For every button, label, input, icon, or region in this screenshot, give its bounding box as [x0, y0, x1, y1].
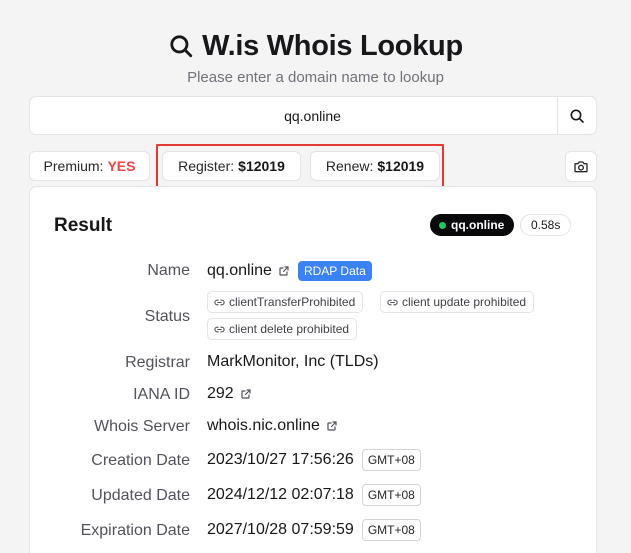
link-icon	[214, 299, 225, 305]
name-value[interactable]: qq.online	[207, 262, 272, 280]
expiration-date-label: Expiration Date	[80, 522, 190, 539]
domain-badge-text: qq.online	[451, 218, 505, 232]
status-chip: client delete prohibited	[207, 318, 358, 340]
highlight-box	[156, 144, 444, 188]
whois-server-label: Whois Server	[93, 418, 190, 435]
iana-value[interactable]: 292	[207, 385, 234, 403]
timezone-badge: GMT+08	[361, 484, 421, 506]
time-badge: 0.58s	[520, 214, 572, 236]
creation-date-value: 2023/10/27 17:56:26	[207, 451, 354, 468]
expiration-date-row: 2027/10/28 07:59:59 GMT+08	[207, 519, 421, 541]
updated-date-row: 2024/12/12 02:07:18 GMT+08	[207, 484, 421, 506]
screenshot-button[interactable]	[565, 151, 597, 182]
result-card: Result qq.online 0.58s Name qq.online RD…	[29, 186, 597, 553]
result-title: Result	[54, 215, 113, 236]
page-subtitle: Please enter a domain name to lookup	[187, 69, 444, 86]
whois-server-value[interactable]: whois.nic.online	[207, 417, 320, 435]
search-box	[29, 96, 597, 135]
premium-value: YES	[107, 158, 136, 174]
page-header: W.is Whois Lookup Please enter a domain …	[0, 26, 631, 86]
search-button[interactable]	[557, 97, 596, 134]
domain-badge: qq.online	[430, 214, 515, 236]
premium-badge: Premium: YES	[29, 151, 150, 181]
external-link-icon[interactable]	[326, 420, 338, 432]
whois-server-row: whois.nic.online	[207, 417, 338, 435]
status-text: clientTransferProhibited	[229, 295, 356, 309]
external-link-icon[interactable]	[278, 265, 290, 277]
premium-label: Premium:	[43, 158, 104, 174]
status-text: client delete prohibited	[229, 322, 350, 336]
page-title: W.is Whois Lookup	[202, 29, 463, 62]
external-link-icon[interactable]	[240, 388, 252, 400]
status-dot-icon	[439, 221, 446, 229]
camera-icon	[574, 160, 588, 172]
status-label: Status	[144, 308, 190, 325]
iana-label: IANA ID	[133, 386, 190, 403]
link-icon	[387, 299, 398, 305]
search-icon	[570, 109, 584, 123]
name-row: qq.online RDAP Data	[207, 261, 372, 281]
expiration-date-value: 2027/10/28 07:59:59	[207, 521, 354, 538]
status-chip: clientTransferProhibited	[207, 291, 364, 313]
timezone-badge: GMT+08	[361, 519, 421, 541]
iana-row: 292	[207, 385, 252, 403]
search-icon	[170, 35, 193, 58]
title-row: W.is Whois Lookup	[0, 26, 631, 66]
updated-date-label: Updated Date	[91, 487, 190, 504]
timezone-badge: GMT+08	[361, 449, 421, 471]
updated-date-value: 2024/12/12 02:07:18	[207, 486, 354, 503]
status-chip: client update prohibited	[380, 291, 535, 313]
creation-date-row: 2023/10/27 17:56:26 GMT+08	[207, 449, 421, 471]
registrar-value: MarkMonitor, Inc (TLDs)	[207, 353, 379, 370]
registrar-label: Registrar	[125, 354, 190, 371]
status-text: client update prohibited	[402, 295, 527, 309]
creation-date-label: Creation Date	[91, 452, 190, 469]
search-input[interactable]	[30, 97, 557, 134]
link-icon	[214, 326, 225, 332]
rdap-data-button[interactable]: RDAP Data	[297, 261, 372, 281]
name-label: Name	[147, 262, 190, 279]
